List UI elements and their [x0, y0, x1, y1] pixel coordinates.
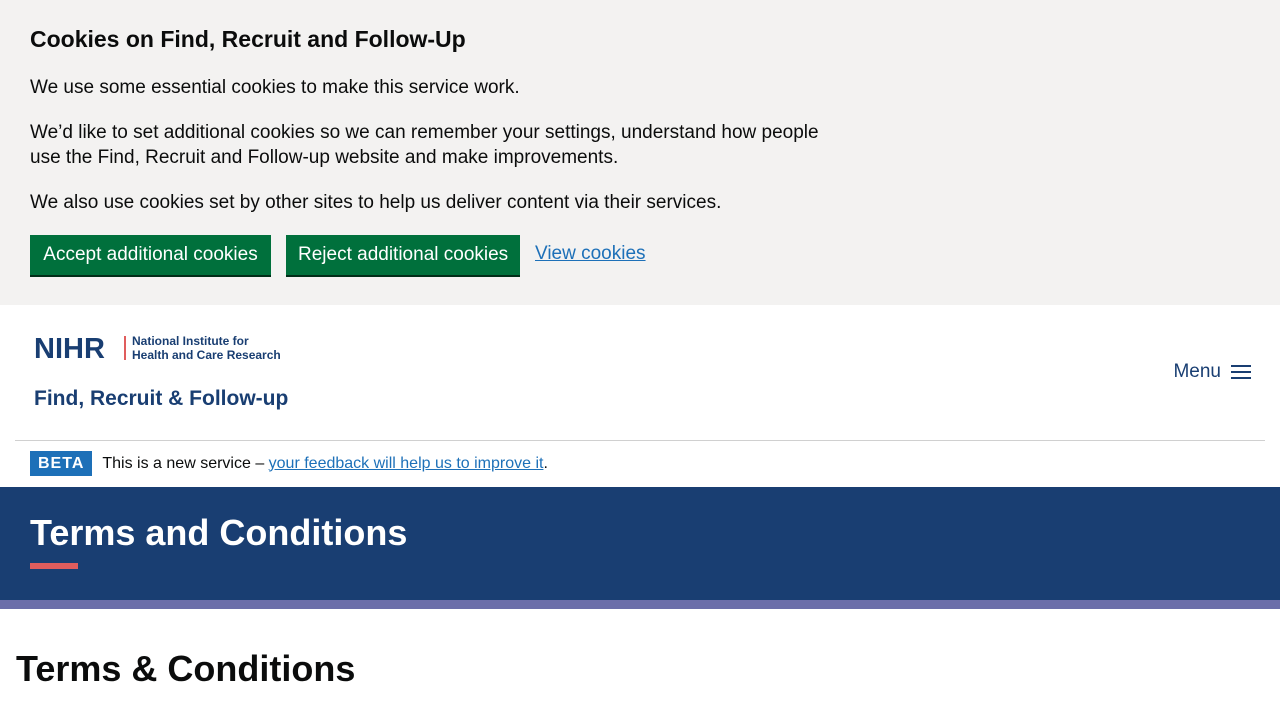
cookie-banner-text-third-party: We also use cookies set by other sites t…: [30, 192, 722, 213]
cookie-banner-text-additional: We’d like to set additional cookies so w…: [30, 122, 819, 168]
nihr-logo-mark: NIHR: [34, 333, 105, 365]
cookie-banner-text-essential: We use some essential cookies to make th…: [30, 77, 520, 98]
cookie-banner-title: Cookies on Find, Recruit and Follow-Up: [30, 26, 466, 52]
page-heading: Terms & Conditions: [16, 648, 356, 689]
page-hero: Terms and Conditions: [0, 487, 1280, 600]
hero-title-underline: [30, 563, 78, 569]
cookie-banner: Cookies on Find, Recruit and Follow-Up W…: [0, 0, 1280, 305]
hamburger-icon: [1231, 364, 1251, 380]
hero-title: Terms and Conditions: [30, 512, 408, 553]
hero-accent-strip: [0, 600, 1280, 609]
site-header: NIHR National Institute for Health and C…: [0, 305, 1280, 441]
menu-button[interactable]: Menu: [1173, 361, 1251, 383]
nihr-logo[interactable]: NIHR National Institute for Health and C…: [34, 333, 288, 413]
logo-divider: [124, 336, 126, 360]
phase-banner-period: .: [543, 454, 548, 472]
service-name: Find, Recruit & Follow-up: [34, 387, 289, 410]
phase-banner-message: This is a new service –: [102, 454, 269, 472]
reject-cookies-button[interactable]: Reject additional cookies: [286, 235, 520, 275]
beta-tag: BETA: [30, 451, 93, 476]
logo-subtitle-line2: Health and Care Research: [132, 348, 281, 362]
phase-banner-text: This is a new service – your feedback wi…: [102, 455, 548, 473]
accept-cookies-button[interactable]: Accept additional cookies: [30, 235, 271, 275]
logo-subtitle-line1: National Institute for: [132, 334, 249, 348]
view-cookies-link[interactable]: View cookies: [535, 243, 646, 265]
feedback-link[interactable]: your feedback will help us to improve it: [269, 455, 544, 472]
menu-label: Menu: [1173, 361, 1221, 382]
phase-banner: BETA This is a new service – your feedba…: [30, 451, 548, 476]
header-divider: [15, 440, 1265, 441]
